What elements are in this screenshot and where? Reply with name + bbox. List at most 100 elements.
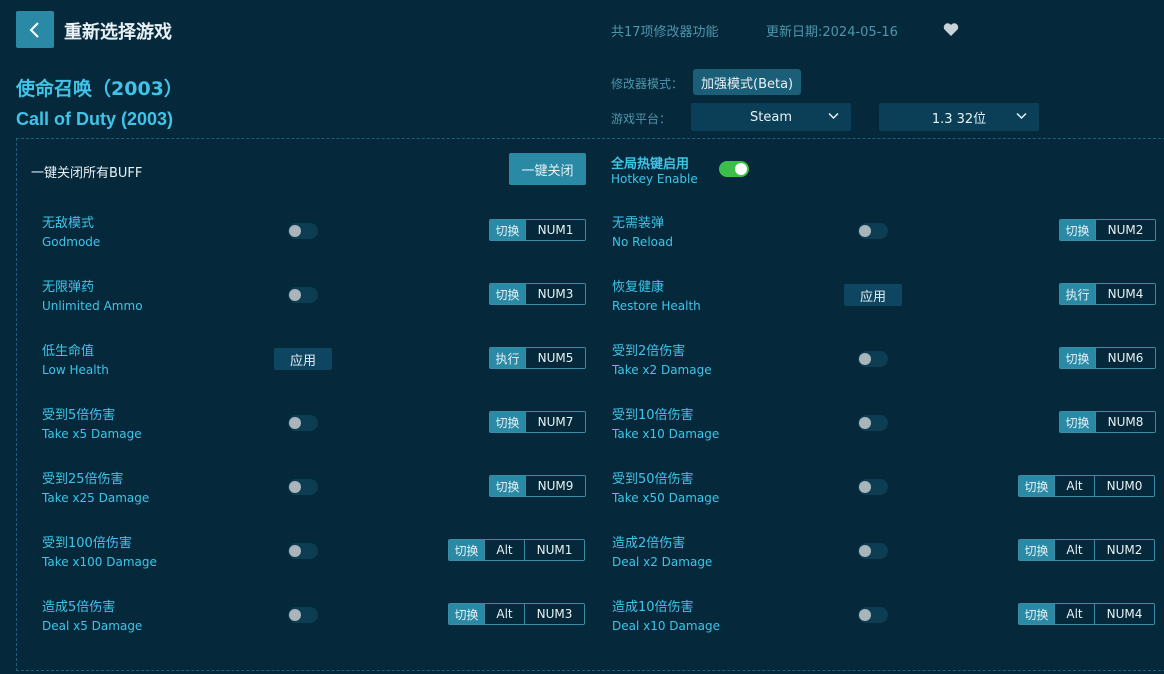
hotkey-key[interactable]: NUM1 xyxy=(525,220,585,240)
feature-toggle[interactable] xyxy=(858,543,888,559)
feature-label: 受到25倍伤害 Take x25 Damage xyxy=(42,472,149,506)
hotkey-key[interactable]: Alt xyxy=(1054,540,1094,560)
hotkey-key[interactable]: Alt xyxy=(484,540,524,560)
features-panel xyxy=(16,138,1164,671)
version-select[interactable]: 1.3 32位 xyxy=(879,103,1039,131)
hotkey-action[interactable]: 切换 xyxy=(449,604,484,624)
platform-select-value: Steam xyxy=(750,109,792,125)
mode-badge[interactable]: 加强模式(Beta) xyxy=(693,69,802,95)
all-off-button[interactable]: 一键关闭 xyxy=(509,153,586,185)
hotkey-key[interactable]: NUM8 xyxy=(1095,412,1155,432)
hotkey-key[interactable]: NUM2 xyxy=(1095,220,1155,240)
feature-name-cn: 无敌模式 xyxy=(42,216,95,231)
hotkey-key[interactable]: NUM2 xyxy=(1094,540,1154,560)
toggle-knob xyxy=(289,481,301,493)
feature-toggle[interactable] xyxy=(858,607,888,623)
toggle-knob xyxy=(289,545,301,557)
hotkey-combo[interactable]: 切换 NUM3 xyxy=(489,283,586,305)
feature-name-en: Unlimited Ammo xyxy=(42,299,143,313)
hotkey-combo[interactable]: 切换 Alt NUM4 xyxy=(1018,603,1155,625)
all-off-label: 一键关闭所有BUFF xyxy=(31,166,143,181)
hotkey-action[interactable]: 切换 xyxy=(490,220,525,240)
hotkey-combo[interactable]: 切换 NUM6 xyxy=(1059,347,1156,369)
hotkey-combo[interactable]: 切换 NUM9 xyxy=(489,475,586,497)
feature-toggle[interactable] xyxy=(858,415,888,431)
platform-select[interactable]: Steam xyxy=(691,103,851,131)
hotkey-key[interactable]: NUM4 xyxy=(1095,284,1155,304)
feature-name-cn: 受到5倍伤害 xyxy=(42,408,116,423)
hotkey-action[interactable]: 执行 xyxy=(490,348,525,368)
feature-toggle[interactable] xyxy=(288,223,318,239)
toggle-knob xyxy=(859,417,871,429)
feature-name-cn: 造成2倍伤害 xyxy=(612,536,686,551)
heart-icon[interactable] xyxy=(943,22,959,37)
hotkey-action[interactable]: 切换 xyxy=(490,284,525,304)
toggle-knob xyxy=(289,609,301,621)
feature-toggle[interactable] xyxy=(288,479,318,495)
hotkey-action[interactable]: 切换 xyxy=(1060,412,1095,432)
hotkey-action[interactable]: 切换 xyxy=(1019,540,1054,560)
toggle-knob xyxy=(859,609,871,621)
hotkey-action[interactable]: 执行 xyxy=(1060,284,1095,304)
hotkey-combo[interactable]: 切换 NUM8 xyxy=(1059,411,1156,433)
feature-name-en: Take x10 Damage xyxy=(612,427,720,441)
feature-label: 无敌模式 Godmode xyxy=(42,216,100,250)
toggle-knob xyxy=(735,163,747,175)
feature-toggle[interactable] xyxy=(858,351,888,367)
feature-toggle[interactable] xyxy=(288,415,318,431)
feature-name-en: Take x100 Damage xyxy=(42,555,157,569)
hotkey-combo[interactable]: 切换 Alt NUM3 xyxy=(448,603,585,625)
game-name-cn: 使命召唤（2003） xyxy=(16,78,183,100)
hotkey-key[interactable]: NUM3 xyxy=(524,604,584,624)
feature-name-cn: 无需装弹 xyxy=(612,216,665,231)
feature-name-en: Take x5 Damage xyxy=(42,427,142,441)
hotkey-key[interactable]: NUM4 xyxy=(1094,604,1154,624)
hotkey-key[interactable]: NUM5 xyxy=(525,348,585,368)
page-title[interactable]: 重新选择游戏 xyxy=(64,18,172,44)
hotkey-toggle[interactable] xyxy=(719,161,749,177)
hotkey-key[interactable]: NUM9 xyxy=(525,476,585,496)
feature-name-cn: 恢复健康 xyxy=(612,280,665,295)
back-button[interactable] xyxy=(16,11,54,48)
mode-label: 修改器模式： xyxy=(611,77,684,91)
hotkey-action[interactable]: 切换 xyxy=(1060,348,1095,368)
hotkey-combo[interactable]: 切换 Alt NUM2 xyxy=(1018,539,1155,561)
feature-label: 受到50倍伤害 Take x50 Damage xyxy=(612,472,719,506)
version-select-value: 1.3 32位 xyxy=(931,111,987,127)
hotkey-action[interactable]: 切换 xyxy=(1060,220,1095,240)
hotkey-combo[interactable]: 切换 Alt NUM1 xyxy=(448,539,585,561)
update-date: 更新日期:2024-05-16 xyxy=(766,25,898,40)
toggle-knob xyxy=(289,225,301,237)
hotkey-combo[interactable]: 切换 NUM2 xyxy=(1059,219,1156,241)
toggle-knob xyxy=(859,545,871,557)
feature-toggle[interactable] xyxy=(858,479,888,495)
hotkey-combo[interactable]: 切换 NUM7 xyxy=(489,411,586,433)
hotkey-key[interactable]: Alt xyxy=(1054,476,1094,496)
feature-toggle[interactable] xyxy=(288,543,318,559)
hotkey-key[interactable]: NUM7 xyxy=(525,412,585,432)
hotkey-combo[interactable]: 切换 Alt NUM0 xyxy=(1018,475,1155,497)
apply-button[interactable]: 应用 xyxy=(274,348,332,370)
feature-label: 受到10倍伤害 Take x10 Damage xyxy=(612,408,719,442)
hotkey-combo[interactable]: 执行 NUM5 xyxy=(489,347,586,369)
hotkey-key[interactable]: Alt xyxy=(1054,604,1094,624)
platform-label: 游戏平台： xyxy=(611,112,672,126)
feature-toggle[interactable] xyxy=(288,287,318,303)
hotkey-action[interactable]: 切换 xyxy=(1019,604,1054,624)
hotkey-key[interactable]: Alt xyxy=(484,604,524,624)
hotkey-action[interactable]: 切换 xyxy=(1019,476,1054,496)
hotkey-action[interactable]: 切换 xyxy=(490,412,525,432)
feature-toggle[interactable] xyxy=(288,607,318,623)
hotkey-key[interactable]: NUM1 xyxy=(524,540,584,560)
hotkey-key[interactable]: NUM3 xyxy=(525,284,585,304)
apply-button[interactable]: 应用 xyxy=(844,284,902,306)
hotkey-action[interactable]: 切换 xyxy=(490,476,525,496)
hotkey-key[interactable]: NUM6 xyxy=(1095,348,1155,368)
hotkey-key[interactable]: NUM0 xyxy=(1094,476,1154,496)
feature-toggle[interactable] xyxy=(858,223,888,239)
toggle-knob xyxy=(289,417,301,429)
hotkey-action[interactable]: 切换 xyxy=(449,540,484,560)
hotkey-combo[interactable]: 切换 NUM1 xyxy=(489,219,586,241)
hotkey-combo[interactable]: 执行 NUM4 xyxy=(1059,283,1156,305)
feature-name-cn: 受到25倍伤害 xyxy=(42,472,124,487)
